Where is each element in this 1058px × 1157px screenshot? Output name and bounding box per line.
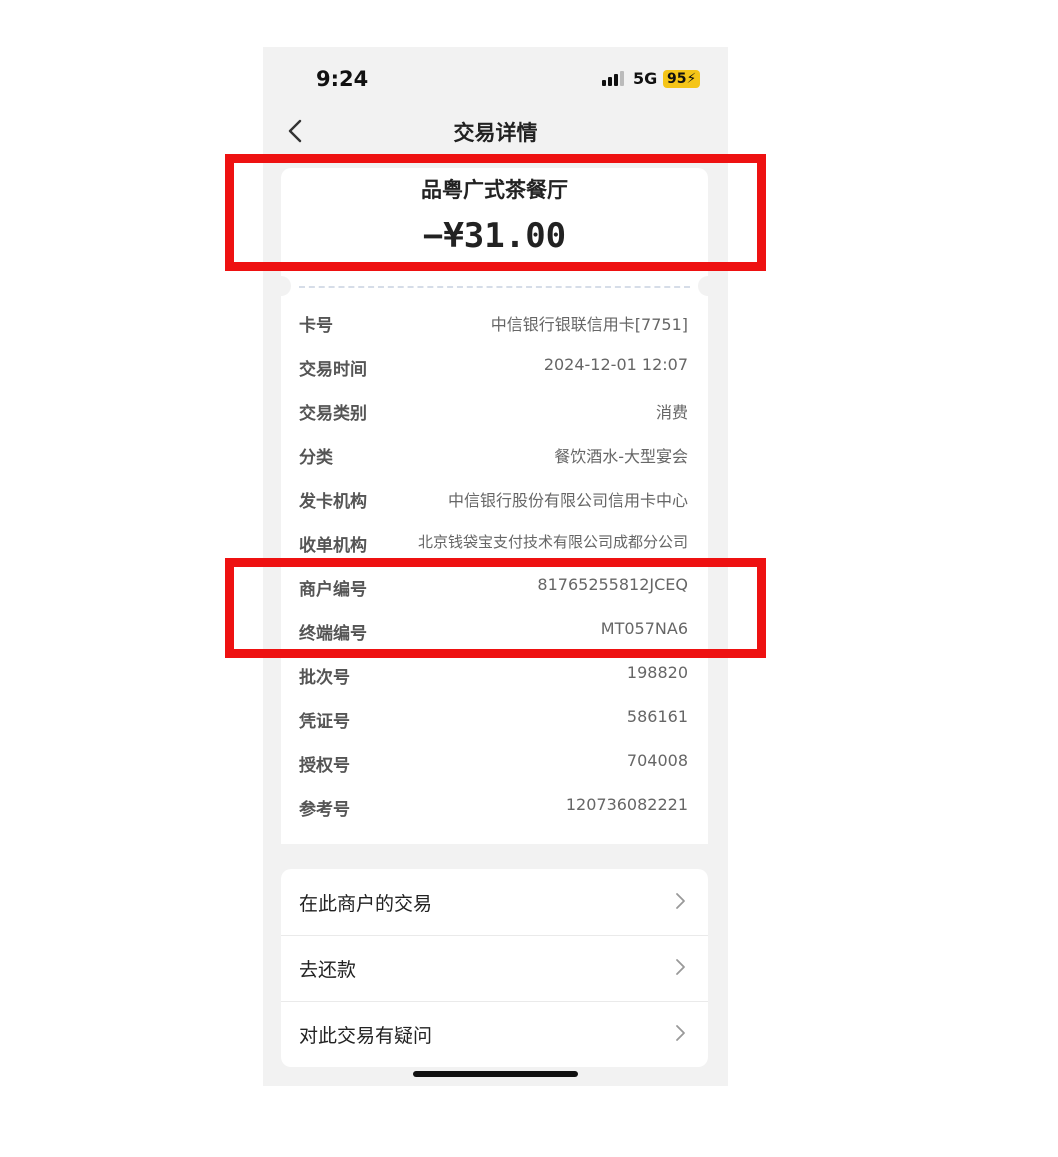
detail-label: 凭证号 xyxy=(299,712,350,732)
status-time: 9:24 xyxy=(316,67,369,91)
detail-value: 餐饮酒水-大型宴会 xyxy=(554,447,688,466)
detail-value: 中信银行股份有限公司信用卡中心 xyxy=(447,491,688,510)
highlight-box-amount xyxy=(225,154,766,271)
battery-icon: 95⚡ xyxy=(663,70,701,88)
menu-item-label: 在此商户的交易 xyxy=(299,893,433,915)
charging-bolt-icon: ⚡ xyxy=(686,71,697,87)
detail-label: 批次号 xyxy=(299,668,350,688)
menu-item-repay[interactable]: 去还款 xyxy=(281,935,708,1001)
detail-value: 消费 xyxy=(655,403,688,422)
battery-level: 95 xyxy=(667,71,687,87)
detail-row-authorization: 授权号 704008 xyxy=(281,741,708,785)
chevron-right-icon xyxy=(676,959,685,975)
detail-value: 北京钱袋宝支付技术有限公司成都分公司 xyxy=(417,533,688,551)
detail-value: 中信银行银联信用卡[7751] xyxy=(490,315,688,334)
detail-value: 198820 xyxy=(626,663,688,682)
detail-row-type: 交易类别 消费 xyxy=(281,389,708,433)
nav-bar: 交易详情 xyxy=(263,109,728,153)
chevron-right-icon xyxy=(676,1025,685,1041)
highlight-box-merchant-terminal xyxy=(225,558,766,658)
detail-row-time: 交易时间 2024-12-01 12:07 xyxy=(281,345,708,389)
detail-row-reference: 参考号 120736082221 xyxy=(281,785,708,829)
detail-label: 分类 xyxy=(299,448,333,468)
page-title: 交易详情 xyxy=(453,121,538,145)
detail-row-category: 分类 餐饮酒水-大型宴会 xyxy=(281,433,708,477)
notch-right xyxy=(698,276,718,296)
menu-item-dispute[interactable]: 对此交易有疑问 xyxy=(281,1001,708,1067)
detail-value: 586161 xyxy=(626,707,688,726)
menu-item-label: 对此交易有疑问 xyxy=(299,1025,433,1047)
status-bar: 9:24 5G 95⚡ xyxy=(263,47,728,109)
detail-label: 发卡机构 xyxy=(299,492,367,512)
detail-row-voucher: 凭证号 586161 xyxy=(281,697,708,741)
receipt-perforation xyxy=(271,276,718,296)
detail-label: 收单机构 xyxy=(299,536,367,556)
detail-row-card-number: 卡号 中信银行银联信用卡[7751] xyxy=(281,301,708,345)
menu-item-label: 去还款 xyxy=(299,959,357,981)
detail-value: 704008 xyxy=(626,751,688,770)
detail-label: 卡号 xyxy=(299,316,333,336)
dashed-divider xyxy=(299,286,690,288)
notch-left xyxy=(271,276,291,296)
chevron-right-icon xyxy=(676,893,685,909)
detail-label: 参考号 xyxy=(299,800,350,820)
action-menu: 在此商户的交易 去还款 对此交易有疑问 xyxy=(281,869,708,1067)
home-indicator[interactable] xyxy=(413,1071,578,1077)
menu-item-merchant-transactions[interactable]: 在此商户的交易 xyxy=(281,869,708,935)
detail-label: 授权号 xyxy=(299,756,350,776)
detail-value: 120736082221 xyxy=(565,795,688,814)
signal-icon xyxy=(602,71,626,86)
detail-label: 交易类别 xyxy=(299,404,367,424)
network-label: 5G xyxy=(633,69,658,88)
detail-value: 2024-12-01 12:07 xyxy=(543,355,688,374)
detail-row-issuer: 发卡机构 中信银行股份有限公司信用卡中心 xyxy=(281,477,708,521)
detail-row-batch: 批次号 198820 xyxy=(281,653,708,697)
detail-label: 交易时间 xyxy=(299,360,367,380)
